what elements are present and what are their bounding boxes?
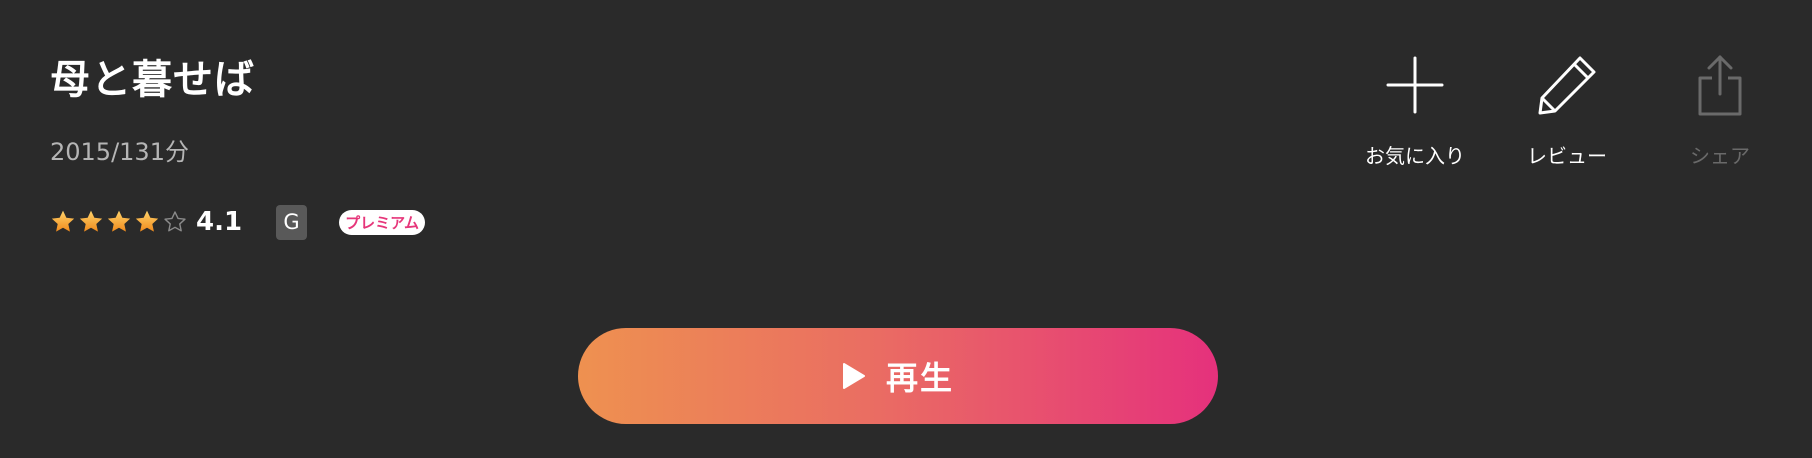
movie-title: 母と暮せば <box>50 57 255 103</box>
favorite-label: お気に入り <box>1365 144 1465 168</box>
play-label: 再生 <box>885 360 954 396</box>
share-button[interactable]: シェア <box>1645 50 1795 170</box>
share-label: シェア <box>1690 144 1750 168</box>
star-empty-icon <box>162 209 188 235</box>
favorite-button[interactable]: お気に入り <box>1340 50 1490 170</box>
age-rating-badge: G <box>276 204 308 240</box>
review-button[interactable]: レビュー <box>1492 50 1642 170</box>
star-filled-icon <box>134 209 160 235</box>
premium-badge: プレミアム <box>339 209 426 235</box>
pencil-icon <box>1532 50 1602 120</box>
premium-badge-label: プレミアム <box>345 213 420 232</box>
rating-row: 4.1 G プレミアム <box>50 202 426 242</box>
rating-score: 4.1 <box>196 207 243 237</box>
play-icon <box>842 362 866 390</box>
review-label: レビュー <box>1527 144 1607 168</box>
star-filled-icon <box>50 209 76 235</box>
action-bar: お気に入り レビュー シェア <box>1340 50 1760 170</box>
play-button[interactable]: 再生 <box>578 328 1218 424</box>
star-filled-icon <box>78 209 104 235</box>
share-icon <box>1685 50 1755 120</box>
movie-meta: 2015/131分 <box>50 138 189 166</box>
plus-icon <box>1380 50 1450 120</box>
star-filled-icon <box>106 209 132 235</box>
star-rating <box>50 209 188 235</box>
